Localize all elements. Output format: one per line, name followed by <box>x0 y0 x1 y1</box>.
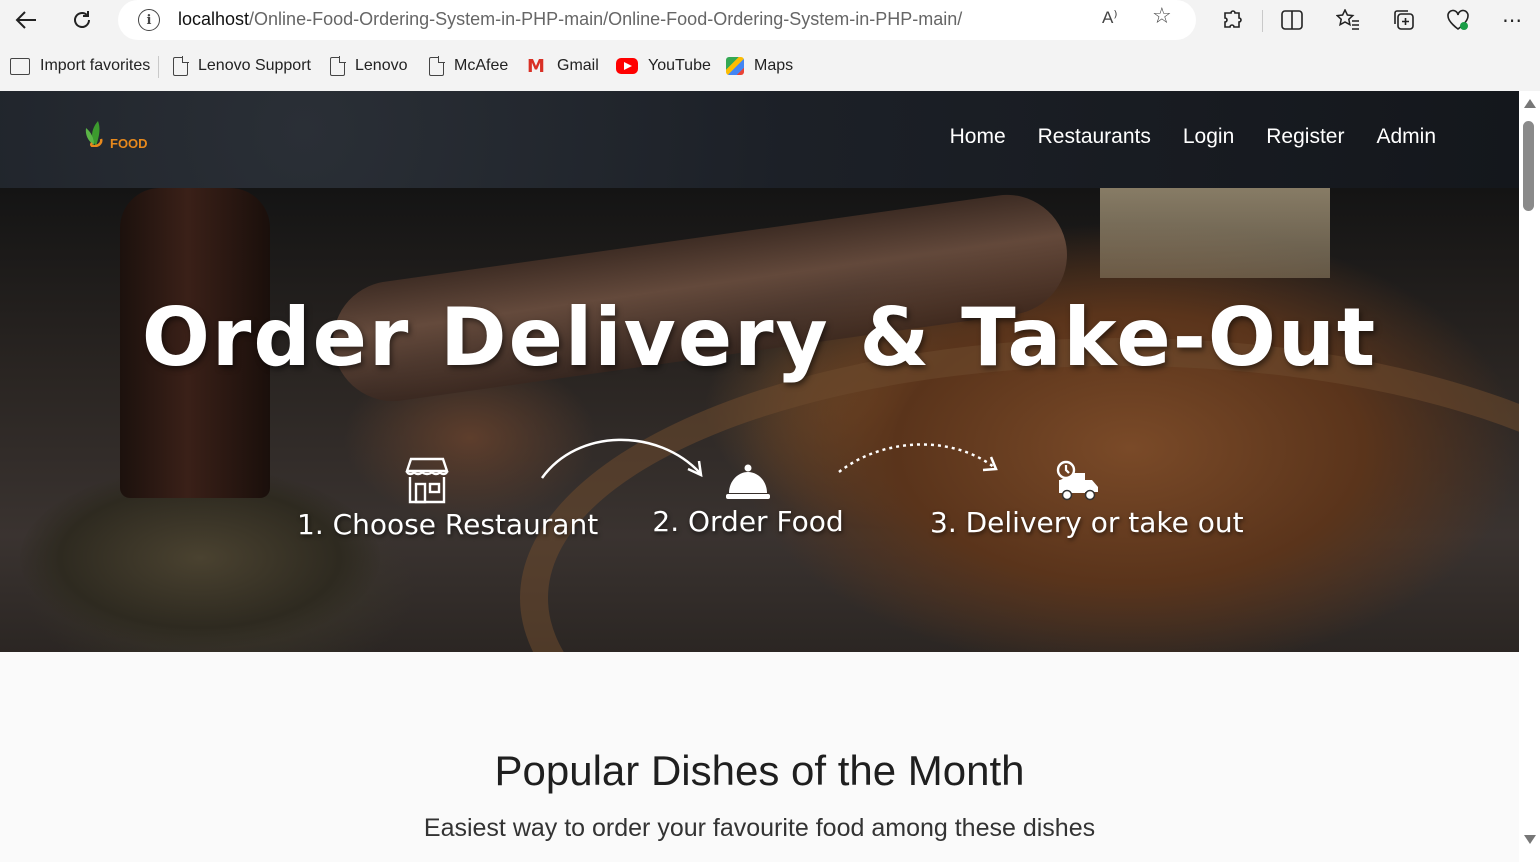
bookmark-label: Maps <box>754 57 794 74</box>
collections-icon[interactable] <box>1388 4 1420 36</box>
more-menu-icon[interactable]: ⋯ <box>1496 4 1528 36</box>
step-label: 3. Delivery or take out <box>930 506 1244 539</box>
favorite-star-icon[interactable]: ☆ <box>1152 4 1172 29</box>
split-screen-icon[interactable] <box>1276 4 1308 36</box>
nav-admin[interactable]: Admin <box>1376 125 1436 149</box>
extensions-icon[interactable] <box>1216 4 1248 36</box>
browser-essentials-icon[interactable] <box>1442 4 1474 36</box>
address-bar[interactable]: i localhost/Online-Food-Ordering-System-… <box>118 0 1196 40</box>
hero-bg-cheese <box>1100 188 1330 278</box>
favorites-icon[interactable] <box>1332 4 1364 36</box>
popular-dishes-section: Popular Dishes of the Month Easiest way … <box>0 652 1519 862</box>
site-info-icon[interactable]: i <box>138 9 160 31</box>
bookmark-gmail[interactable]: M Gmail <box>527 54 599 78</box>
nav-restaurants[interactable]: Restaurants <box>1038 125 1151 149</box>
step-choose-restaurant: 1. Choose Restaurant <box>297 456 599 541</box>
bookmark-lenovo[interactable]: Lenovo <box>330 54 408 78</box>
scrollbar-thumb[interactable] <box>1523 121 1534 211</box>
bookmark-import-favorites[interactable]: Import favorites <box>10 54 150 78</box>
food-cloche-icon <box>726 464 770 499</box>
main-nav: Home Restaurants Login Register Admin <box>950 125 1436 149</box>
page-icon <box>330 55 346 76</box>
bookmark-label: Gmail <box>557 57 599 74</box>
url-host: localhost <box>178 9 250 29</box>
step-delivery-or-takeout: 3. Delivery or take out <box>930 460 1244 539</box>
url-text[interactable]: localhost/Online-Food-Ordering-System-in… <box>178 9 962 30</box>
nav-register[interactable]: Register <box>1266 125 1344 149</box>
scroll-down-arrow-icon[interactable] <box>1524 835 1536 844</box>
step-label: 1. Choose Restaurant <box>297 508 599 541</box>
popular-dishes-subtitle: Easiest way to order your favourite food… <box>423 814 1096 842</box>
nav-home[interactable]: Home <box>950 125 1006 149</box>
storefront-icon <box>405 457 449 504</box>
page-viewport: FOOD Home Restaurants Login Register Adm… <box>0 91 1519 862</box>
favorites-bar: Import favorites Lenovo Support Lenovo M… <box>0 48 1540 86</box>
delivery-truck-icon <box>1056 460 1098 501</box>
hero-banner: Order Delivery & Take-Out 1. Choose Rest… <box>0 188 1519 652</box>
favorites-divider <box>158 56 159 78</box>
site-logo[interactable]: FOOD <box>78 119 152 167</box>
page-icon <box>173 55 189 76</box>
bookmark-label: McAfee <box>454 57 509 74</box>
leaf-logo-icon <box>85 121 103 147</box>
bookmark-youtube[interactable]: YouTube <box>616 54 711 78</box>
maps-icon <box>726 57 744 75</box>
bookmark-lenovo-support[interactable]: Lenovo Support <box>173 54 311 78</box>
bookmark-maps[interactable]: Maps <box>726 54 793 78</box>
refresh-icon[interactable] <box>66 4 98 36</box>
youtube-icon <box>616 58 638 74</box>
page-icon <box>429 55 445 76</box>
read-aloud-icon[interactable]: A⁾ <box>1102 8 1118 28</box>
gmail-icon: M <box>527 56 545 77</box>
import-icon <box>10 57 30 75</box>
popular-dishes-title: Popular Dishes of the Month <box>494 747 1025 794</box>
url-path: /Online-Food-Ordering-System-in-PHP-main… <box>249 9 963 29</box>
hero-title: Order Delivery & Take-Out <box>141 291 1378 384</box>
step-label: 2. Order Food <box>652 505 844 538</box>
browser-toolbar: i localhost/Online-Food-Ordering-System-… <box>0 0 1540 40</box>
bookmark-mcafee[interactable]: McAfee <box>429 54 508 78</box>
bookmark-label: Lenovo <box>355 57 408 74</box>
bookmark-label: YouTube <box>648 57 711 74</box>
bookmark-label: Import favorites <box>40 57 151 74</box>
scroll-up-arrow-icon[interactable] <box>1524 99 1536 108</box>
nav-login[interactable]: Login <box>1183 125 1234 149</box>
logo-text: FOOD <box>110 136 148 151</box>
toolbar-divider <box>1262 10 1263 32</box>
back-arrow-icon[interactable] <box>10 4 42 36</box>
site-navbar: FOOD Home Restaurants Login Register Adm… <box>0 91 1519 188</box>
browser-chrome: i localhost/Online-Food-Ordering-System-… <box>0 0 1540 91</box>
step-order-food: 2. Order Food <box>648 463 848 538</box>
page-scrollbar[interactable] <box>1519 91 1540 862</box>
bookmark-label: Lenovo Support <box>198 57 311 74</box>
